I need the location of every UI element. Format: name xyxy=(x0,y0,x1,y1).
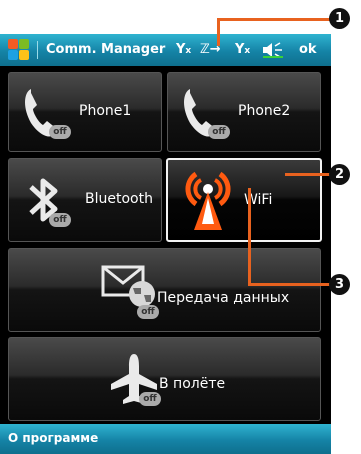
phone1-label: Phone1 xyxy=(79,103,132,119)
callout-3-line xyxy=(248,188,251,284)
about-softkey[interactable]: О программе xyxy=(8,431,98,445)
flight-mode-toggle[interactable]: off В полёте xyxy=(8,337,321,421)
data-transfer-label: Передача данных xyxy=(157,290,290,306)
volume-icon[interactable] xyxy=(262,42,286,62)
callout-3: 3 xyxy=(329,274,350,295)
device-screen: Comm. Manager Yx ℤ→ Yx ok off Phone1 off… xyxy=(0,34,331,454)
phone2-label: Phone2 xyxy=(238,103,291,119)
wifi-toggle[interactable]: WiFi xyxy=(166,158,322,242)
start-menu-icon[interactable] xyxy=(8,39,30,61)
off-state-badge: off xyxy=(139,392,161,406)
off-state-badge: off xyxy=(49,125,71,139)
wifi-antenna-icon xyxy=(185,171,231,230)
callout-3-line xyxy=(248,283,330,286)
off-state-badge: off xyxy=(49,213,71,227)
title-separator xyxy=(37,41,38,59)
phone2-toggle[interactable]: off Phone2 xyxy=(167,72,321,152)
signal-off-icon[interactable]: Yx xyxy=(176,42,191,57)
callout-1-line xyxy=(217,18,220,46)
callout-1-line xyxy=(217,18,339,21)
bluetooth-toggle[interactable]: off Bluetooth xyxy=(8,158,162,242)
data-transfer-toggle[interactable]: off Передача данных xyxy=(8,248,321,332)
bluetooth-label: Bluetooth xyxy=(85,191,153,207)
callout-1: 1 xyxy=(329,8,350,29)
callout-2-line xyxy=(285,173,331,176)
bottom-bar: О программе xyxy=(0,424,331,454)
phone1-toggle[interactable]: off Phone1 xyxy=(8,72,162,152)
ok-button[interactable]: ok xyxy=(299,42,317,57)
title-bar: Comm. Manager Yx ℤ→ Yx ok xyxy=(0,34,331,66)
signal-off-icon[interactable]: Yx xyxy=(235,42,250,57)
off-state-badge: off xyxy=(137,305,159,319)
callout-2: 2 xyxy=(329,164,350,185)
flight-mode-label: В полёте xyxy=(159,376,226,392)
app-title: Comm. Manager xyxy=(46,42,166,57)
off-state-badge: off xyxy=(208,125,230,139)
speaker-icon xyxy=(263,42,283,58)
